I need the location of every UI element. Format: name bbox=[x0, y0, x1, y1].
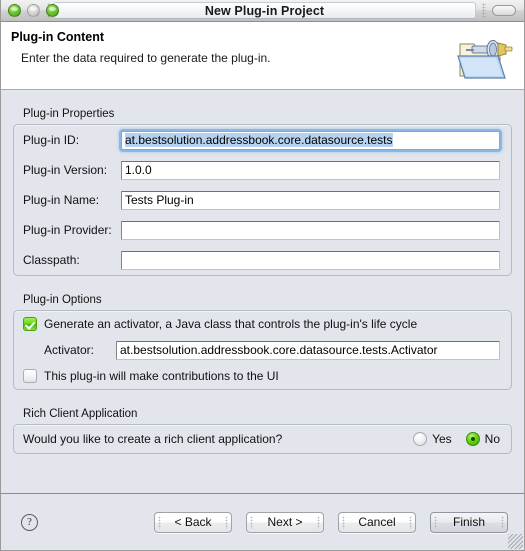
window-title-strip: New Plug-in Project bbox=[53, 2, 476, 19]
label-radio-no: No bbox=[484, 432, 500, 446]
dialog-window: New Plug-in Project Plug-in Content Ente… bbox=[0, 0, 525, 551]
label-activator: Activator: bbox=[44, 343, 95, 357]
minimize-button[interactable] bbox=[27, 4, 40, 17]
title-bar: New Plug-in Project bbox=[1, 0, 524, 22]
radio-no[interactable] bbox=[465, 432, 480, 446]
input-plugin-id[interactable]: at.bestsolution.addressbook.core.datasou… bbox=[121, 130, 500, 150]
checkbox-row-ui-contributions[interactable]: This plug-in will make contributions to … bbox=[14, 363, 511, 389]
input-plugin-provider[interactable] bbox=[121, 220, 500, 240]
group-label-options: Plug-in Options bbox=[23, 294, 102, 306]
window-controls bbox=[8, 4, 59, 17]
input-plugin-id-value: at.bestsolution.addressbook.core.datasou… bbox=[125, 132, 393, 147]
label-generate-activator: Generate an activator, a Java class that… bbox=[44, 317, 418, 331]
group-box-properties: Plug-in ID: at.bestsolution.addressbook.… bbox=[13, 124, 512, 276]
label-rich-client-question: Would you like to create a rich client a… bbox=[23, 432, 283, 446]
rich-client-row: Would you like to create a rich client a… bbox=[14, 425, 511, 453]
field-row-classpath: Classpath: bbox=[14, 245, 511, 275]
window-title: New Plug-in Project bbox=[204, 3, 325, 18]
field-row-plugin-id: Plug-in ID: at.bestsolution.addressbook.… bbox=[14, 125, 511, 155]
wizard-header: Plug-in Content Enter the data required … bbox=[1, 22, 524, 90]
label-ui-contributions: This plug-in will make contributions to … bbox=[44, 369, 279, 383]
resize-grip[interactable] bbox=[508, 534, 523, 549]
group-label-rich-client: Rich Client Application bbox=[23, 408, 138, 420]
field-row-activator: Activator: at.bestsolution.addressbook.c… bbox=[14, 337, 511, 363]
titlebar-texture-right bbox=[482, 3, 486, 18]
field-row-plugin-version: Plug-in Version: 1.0.0 bbox=[14, 155, 511, 185]
group-plugin-options: Plug-in Options Generate an activator, a… bbox=[13, 294, 512, 390]
label-plugin-provider: Plug-in Provider: bbox=[23, 223, 112, 237]
close-button[interactable] bbox=[8, 4, 21, 17]
cancel-button[interactable]: Cancel bbox=[338, 511, 416, 533]
label-plugin-name: Plug-in Name: bbox=[23, 193, 100, 207]
label-plugin-version: Plug-in Version: bbox=[23, 163, 108, 177]
wizard-body: Plug-in Properties Plug-in ID: at.bestso… bbox=[1, 90, 524, 493]
radio-option-no[interactable]: No bbox=[465, 432, 500, 446]
field-row-plugin-name: Plug-in Name: Tests Plug-in bbox=[14, 185, 511, 215]
input-plugin-name[interactable]: Tests Plug-in bbox=[121, 190, 500, 210]
dialog-footer: ? < Back Next > Cancel Finish bbox=[1, 493, 524, 550]
input-classpath[interactable] bbox=[121, 250, 500, 270]
field-row-plugin-provider: Plug-in Provider: bbox=[14, 215, 511, 245]
radio-option-yes[interactable]: Yes bbox=[413, 432, 452, 446]
toolbar-toggle-button[interactable] bbox=[492, 5, 516, 16]
checkbox-generate-activator[interactable] bbox=[23, 317, 37, 331]
finish-button[interactable]: Finish bbox=[430, 511, 508, 533]
input-plugin-version[interactable]: 1.0.0 bbox=[121, 160, 500, 180]
back-button[interactable]: < Back bbox=[154, 511, 232, 533]
label-radio-yes: Yes bbox=[432, 432, 452, 446]
checkbox-row-generate-activator[interactable]: Generate an activator, a Java class that… bbox=[14, 311, 511, 337]
label-plugin-id: Plug-in ID: bbox=[23, 133, 80, 147]
dialog-buttons: < Back Next > Cancel Finish bbox=[154, 511, 508, 533]
label-classpath: Classpath: bbox=[23, 253, 80, 267]
radio-yes[interactable] bbox=[413, 432, 428, 446]
help-icon[interactable]: ? bbox=[21, 513, 38, 531]
next-button[interactable]: Next > bbox=[246, 511, 324, 533]
checkbox-ui-contributions[interactable] bbox=[23, 369, 37, 383]
group-rich-client: Rich Client Application Would you like t… bbox=[13, 408, 512, 454]
page-title: Plug-in Content bbox=[11, 30, 105, 44]
group-box-rich-client: Would you like to create a rich client a… bbox=[13, 424, 512, 454]
group-plugin-properties: Plug-in Properties Plug-in ID: at.bestso… bbox=[13, 108, 512, 276]
plug-in-project-icon bbox=[457, 40, 513, 79]
group-box-options: Generate an activator, a Java class that… bbox=[13, 310, 512, 390]
zoom-button[interactable] bbox=[46, 4, 59, 17]
group-label-properties: Plug-in Properties bbox=[23, 108, 115, 120]
page-description: Enter the data required to generate the … bbox=[21, 51, 271, 65]
input-activator[interactable]: at.bestsolution.addressbook.core.datasou… bbox=[116, 340, 500, 360]
